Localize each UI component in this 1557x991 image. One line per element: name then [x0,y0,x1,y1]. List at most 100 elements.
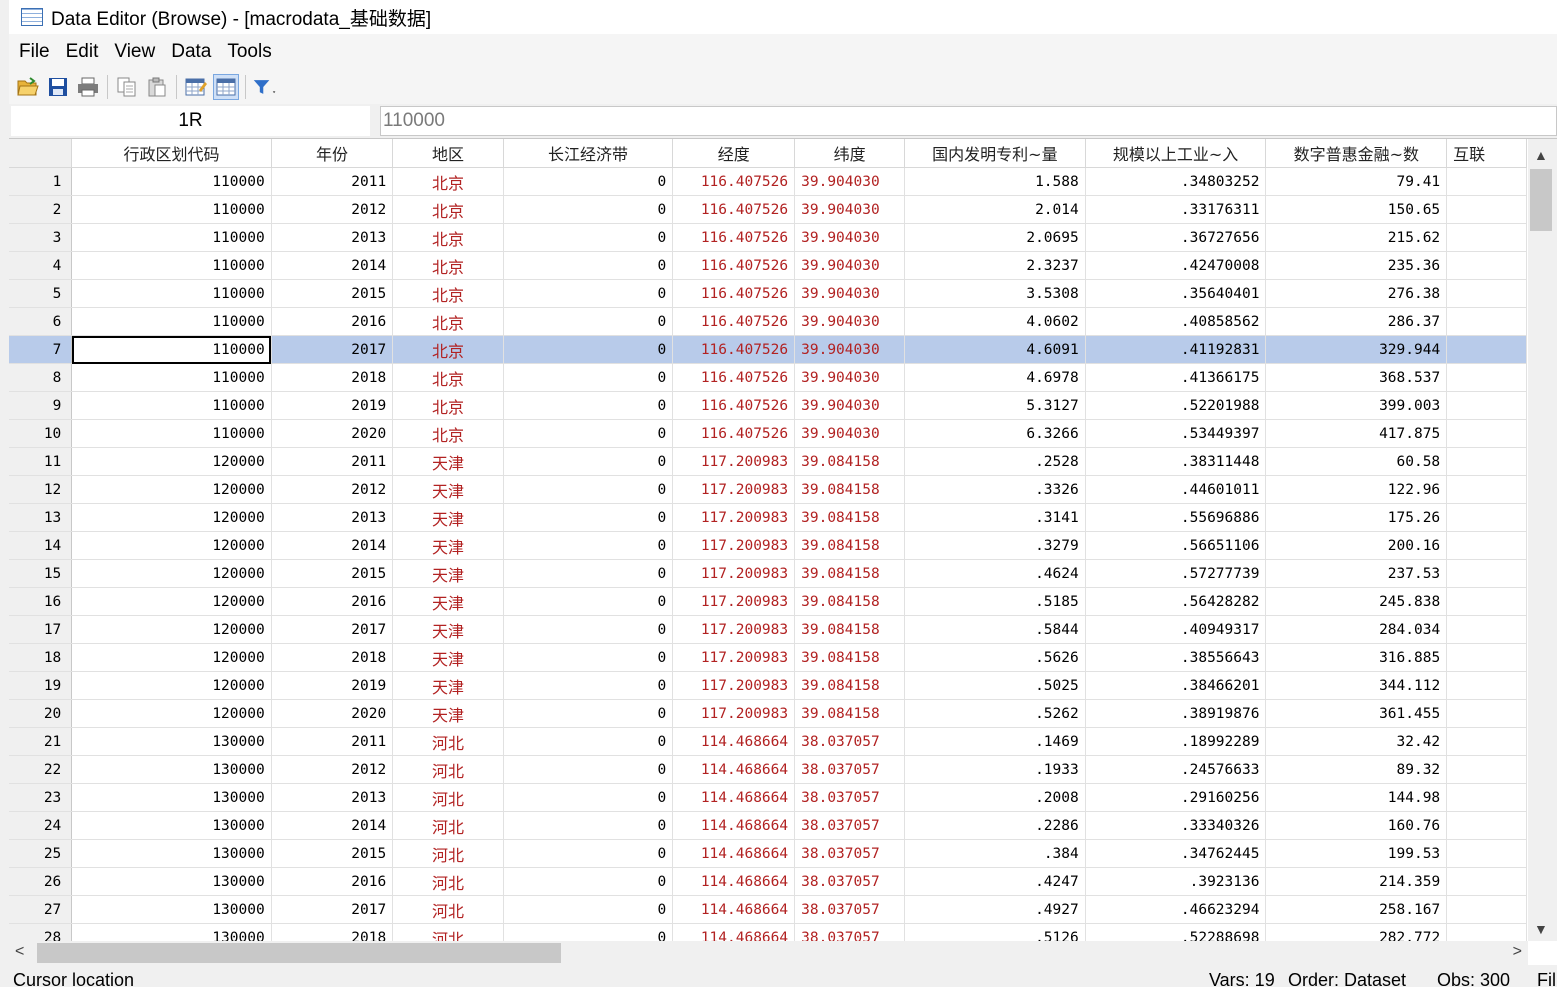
table-cell[interactable]: 116.407526 [672,195,796,224]
table-cell[interactable]: 2015 [271,559,394,588]
table-cell[interactable]: .53449397 [1085,419,1267,448]
row-number[interactable]: 12 [9,475,73,504]
table-cell[interactable]: .4927 [904,895,1086,924]
row-number[interactable]: 4 [9,251,73,280]
table-cell[interactable]: 79.41 [1265,167,1448,196]
table-cell[interactable]: 0 [503,755,674,784]
table-row[interactable]: 10 110000 2020 北京 0 116.407526 39.904030 6.3266… [9,419,1527,448]
table-cell[interactable]: 120000 [71,587,272,616]
print-icon[interactable] [75,74,101,100]
table-cell[interactable]: 0 [503,363,674,392]
table-cell[interactable]: 116.407526 [672,391,796,420]
table-cell[interactable]: 39.084158 [794,447,906,476]
table-cell[interactable]: 89.32 [1265,755,1448,784]
table-row[interactable]: 27 130000 2017 河北 0 114.468664 38.037057.4927.… [9,895,1527,924]
table-row[interactable]: 22 130000 2012 河北 0 114.468664 38.037057.1933.… [9,755,1527,784]
table-cell[interactable]: 215.62 [1265,223,1448,252]
table-cell[interactable]: 39.904030 [794,251,906,280]
table-cell[interactable]: 0 [503,307,674,336]
table-cell[interactable]: 114.468664 [672,783,796,812]
table-cell[interactable]: .41366175 [1085,363,1267,392]
table-cell[interactable]: 117.200983 [672,531,796,560]
table-cell[interactable]: 38.037057 [794,755,906,784]
table-cell[interactable]: 39.904030 [794,167,906,196]
data-grid[interactable]: 行政区划代码 年份 地区 长江经济带 经度 纬度 国内发明专利~量 规模以上工业… [9,139,1527,941]
properties-icon[interactable] [213,74,239,100]
table-cell[interactable]: 114.468664 [672,839,796,868]
table-cell[interactable] [1446,447,1527,476]
table-cell[interactable]: 114.468664 [672,755,796,784]
table-cell[interactable]: 北京 [392,363,504,392]
column-header[interactable]: 纬度 [794,139,906,168]
table-row[interactable]: 21 130000 2011 河北 0 114.468664 38.037057.1469.… [9,727,1527,756]
scroll-up-icon[interactable]: ▲ [1534,147,1548,163]
table-cell[interactable]: 2013 [271,223,394,252]
table-cell[interactable]: 368.537 [1265,363,1448,392]
table-cell[interactable]: 38.037057 [794,839,906,868]
row-number[interactable]: 11 [9,447,73,476]
cell-value-input[interactable]: 110000 [380,106,1557,136]
table-cell[interactable]: 38.037057 [794,923,906,941]
table-row[interactable]: 7 110000 2017 北京 0 116.407526 39.904030 4.6091.… [9,335,1527,364]
table-cell[interactable]: 344.112 [1265,671,1448,700]
table-cell[interactable]: 2020 [271,419,394,448]
table-cell[interactable]: .3141 [904,503,1086,532]
table-cell[interactable]: .55696886 [1085,503,1267,532]
table-cell[interactable]: 0 [503,223,674,252]
table-row[interactable]: 23 130000 2013 河北 0 114.468664 38.037057.2008.… [9,783,1527,812]
table-row[interactable]: 24 130000 2014 河北 0 114.468664 38.037057.2286.… [9,811,1527,840]
save-icon[interactable] [45,74,71,100]
column-header[interactable]: 经度 [672,139,796,168]
table-cell[interactable] [1446,727,1527,756]
table-cell[interactable]: 39.084158 [794,615,906,644]
table-cell[interactable] [1446,195,1527,224]
table-cell[interactable]: 39.084158 [794,475,906,504]
table-cell[interactable] [1446,867,1527,896]
table-cell[interactable]: 110000 [71,195,272,224]
table-cell[interactable]: 120000 [71,671,272,700]
table-cell[interactable] [1446,671,1527,700]
table-cell[interactable]: 237.53 [1265,559,1448,588]
table-cell[interactable]: .34762445 [1085,839,1267,868]
table-cell[interactable]: 0 [503,895,674,924]
table-cell[interactable]: 110000 [71,167,272,196]
table-cell[interactable] [1446,279,1527,308]
table-cell[interactable]: 2017 [271,895,394,924]
corner-header[interactable] [9,139,73,168]
table-cell[interactable]: 117.200983 [672,587,796,616]
table-cell[interactable]: 0 [503,503,674,532]
table-cell[interactable] [1446,923,1527,941]
table-cell[interactable]: .56428282 [1085,587,1267,616]
table-cell[interactable]: 39.904030 [794,419,906,448]
scroll-left-icon[interactable]: < [15,943,24,961]
table-cell[interactable]: 417.875 [1265,419,1448,448]
table-row[interactable]: 20 120000 2020 天津 0 117.200983 39.084158.5262.… [9,699,1527,728]
table-cell[interactable]: 130000 [71,727,272,756]
table-cell[interactable]: 天津 [392,587,504,616]
table-cell[interactable]: 北京 [392,223,504,252]
table-cell[interactable]: 天津 [392,503,504,532]
table-cell[interactable]: .5844 [904,615,1086,644]
table-cell[interactable]: 116.407526 [672,419,796,448]
table-cell[interactable]: 110000 [71,391,272,420]
table-cell[interactable] [1446,251,1527,280]
table-cell[interactable] [1446,167,1527,196]
table-cell[interactable]: 235.36 [1265,251,1448,280]
table-cell[interactable]: 北京 [392,251,504,280]
row-number[interactable]: 25 [9,839,73,868]
table-cell[interactable]: 0 [503,447,674,476]
table-cell[interactable]: 0 [503,587,674,616]
table-cell[interactable]: 2016 [271,587,394,616]
row-number[interactable]: 8 [9,363,73,392]
table-cell[interactable]: 120000 [71,447,272,476]
table-row[interactable]: 9 110000 2019 北京 0 116.407526 39.904030 5.3127.… [9,391,1527,420]
table-cell[interactable]: 39.084158 [794,699,906,728]
copy-icon[interactable] [114,74,140,100]
table-cell[interactable]: 0 [503,923,674,941]
table-cell[interactable]: .40858562 [1085,307,1267,336]
table-cell[interactable]: 144.98 [1265,783,1448,812]
open-folder-icon[interactable] [15,74,41,100]
row-number[interactable]: 14 [9,531,73,560]
table-cell[interactable]: 0 [503,671,674,700]
table-cell[interactable]: 2012 [271,475,394,504]
